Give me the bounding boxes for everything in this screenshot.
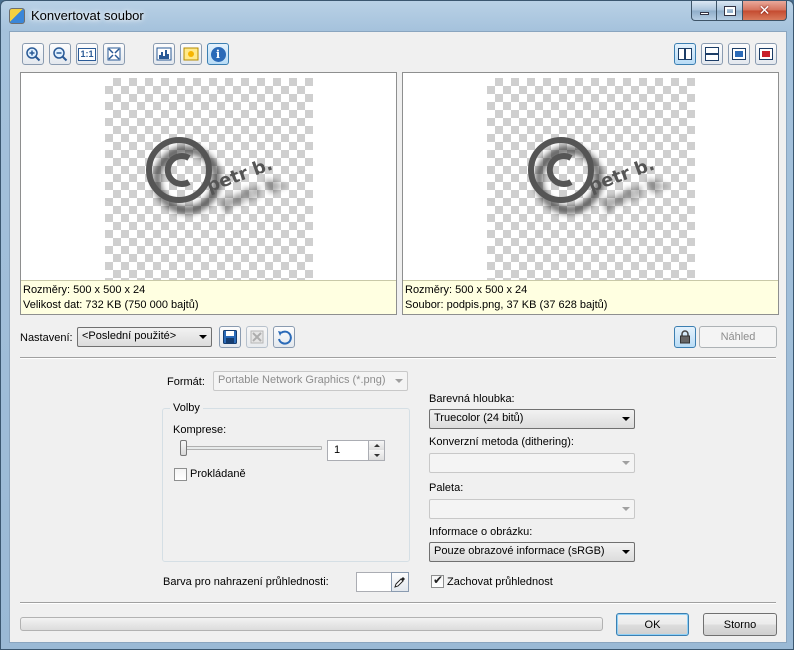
settings-preset-value: <Poslední použité> xyxy=(82,330,177,342)
caption-buttons: ✕ xyxy=(691,1,787,21)
histogram-button[interactable] xyxy=(153,43,175,65)
actual-size-icon: 1:1 xyxy=(78,47,96,61)
converted-dimensions: Rozměry: 500 x 500 x 24 xyxy=(405,284,528,296)
settings-preset-select[interactable]: <Poslední použité> xyxy=(77,327,212,347)
app-icon xyxy=(9,8,25,24)
checkerboard-background: petr b. petr b. xyxy=(487,78,695,286)
palette-label: Paleta: xyxy=(429,482,464,494)
chevron-down-icon xyxy=(395,379,403,383)
image-adjust-button[interactable] xyxy=(180,43,202,65)
reset-preset-button[interactable] xyxy=(273,326,295,348)
fit-to-window-button[interactable] xyxy=(103,43,125,65)
close-button[interactable]: ✕ xyxy=(743,1,787,21)
format-select[interactable]: Portable Network Graphics (*.png) xyxy=(213,371,408,391)
progress-bar xyxy=(20,617,603,631)
actual-size-button[interactable]: 1:1 xyxy=(76,43,98,65)
compression-label: Komprese: xyxy=(173,424,227,436)
chevron-up-icon xyxy=(373,444,380,447)
replace-color-label: Barva pro nahrazení průhlednosti: xyxy=(163,576,329,588)
dithering-select[interactable] xyxy=(429,453,635,473)
single-view-red-button[interactable] xyxy=(755,43,777,65)
chevron-down-icon xyxy=(622,417,630,421)
minimize-icon xyxy=(699,12,709,15)
top-bottom-icon xyxy=(705,47,719,61)
single-view-button[interactable] xyxy=(728,43,750,65)
convert-file-dialog: Konvertovat soubor ✕ 1:1 i petr b. petr … xyxy=(0,0,794,650)
single-view-icon xyxy=(732,48,746,60)
image-adjust-icon xyxy=(183,47,199,61)
image-info-value: Pouze obrazové informace (sRGB) xyxy=(434,545,605,557)
side-by-side-icon xyxy=(678,48,692,60)
lock-preview-button[interactable] xyxy=(674,326,696,348)
separator-line xyxy=(20,357,776,359)
cancel-button[interactable]: Storno xyxy=(703,613,777,636)
color-depth-label: Barevná hloubka: xyxy=(429,393,515,405)
replace-color-swatch[interactable] xyxy=(356,572,392,592)
single-view-red-icon xyxy=(759,48,773,60)
checkerboard-background: petr b. petr b. xyxy=(105,78,313,286)
separator-line xyxy=(20,602,776,604)
color-depth-value: Truecolor (24 bitů) xyxy=(434,412,524,424)
maximize-icon xyxy=(723,5,736,16)
zoom-in-icon xyxy=(26,47,41,62)
title-bar[interactable]: Konvertovat soubor ✕ xyxy=(1,1,793,31)
palette-select[interactable] xyxy=(429,499,635,519)
dialog-client-area: 1:1 i petr b. petr b. Rozměry: 500 x 500… xyxy=(9,31,787,643)
spin-down-button[interactable] xyxy=(368,450,384,460)
compression-slider-track[interactable] xyxy=(182,446,322,450)
compression-slider-thumb[interactable] xyxy=(180,440,187,456)
preview-original-info: Rozměry: 500 x 500 x 24 Velikost dat: 73… xyxy=(21,280,396,314)
delete-preset-button[interactable] xyxy=(246,326,268,348)
keep-transparency-label[interactable]: Zachovat průhlednost xyxy=(447,576,553,588)
delete-icon xyxy=(250,330,264,344)
image-info-select[interactable]: Pouze obrazové informace (sRGB) xyxy=(429,542,635,562)
preview-converted[interactable]: petr b. petr b. Rozměry: 500 x 500 x 24 … xyxy=(402,72,779,315)
window-title: Konvertovat soubor xyxy=(31,8,144,23)
format-label: Formát: xyxy=(167,376,205,388)
dithering-label: Konverzní metoda (dithering): xyxy=(429,436,574,448)
chevron-down-icon xyxy=(622,461,630,465)
save-icon xyxy=(223,330,237,344)
compression-value: 1 xyxy=(334,444,341,456)
zoom-out-icon xyxy=(53,47,68,62)
eyedropper-icon xyxy=(394,577,405,588)
save-preset-button[interactable] xyxy=(219,326,241,348)
settings-label: Nastavení: xyxy=(20,332,73,344)
original-data-size: Velikost dat: 732 KB (750 000 bajtů) xyxy=(23,299,199,311)
preview-converted-info: Rozměry: 500 x 500 x 24 Soubor: podpis.p… xyxy=(403,280,778,314)
undo-icon xyxy=(278,330,292,345)
chevron-down-icon xyxy=(622,507,630,511)
original-dimensions: Rozměry: 500 x 500 x 24 xyxy=(23,284,146,296)
zoom-out-button[interactable] xyxy=(49,43,71,65)
close-icon: ✕ xyxy=(758,2,771,18)
keep-transparency-checkbox[interactable]: ✔ xyxy=(431,573,444,588)
info-icon: i xyxy=(210,46,226,62)
preview-button[interactable]: Náhled xyxy=(699,326,777,348)
chevron-down-icon xyxy=(373,453,380,457)
converted-file-info: Soubor: podpis.png, 37 KB (37 628 bajtů) xyxy=(405,299,608,311)
chevron-down-icon xyxy=(622,550,630,554)
maximize-button[interactable] xyxy=(717,1,743,21)
interlaced-checkbox[interactable] xyxy=(174,468,187,481)
format-value: Portable Network Graphics (*.png) xyxy=(218,374,386,386)
histogram-icon xyxy=(156,47,172,61)
options-group-label: Volby xyxy=(170,402,203,414)
zoom-in-button[interactable] xyxy=(22,43,44,65)
image-info-label: Informace o obrázku: xyxy=(429,526,533,538)
eyedropper-button[interactable] xyxy=(391,572,409,592)
ok-button[interactable]: OK xyxy=(616,613,689,636)
minimize-button[interactable] xyxy=(691,1,717,21)
info-button[interactable]: i xyxy=(207,43,229,65)
top-bottom-view-button[interactable] xyxy=(701,43,723,65)
compression-spinbox[interactable]: 1 xyxy=(327,440,385,461)
preview-original[interactable]: petr b. petr b. Rozměry: 500 x 500 x 24 … xyxy=(20,72,397,315)
checkmark-icon: ✔ xyxy=(433,573,444,587)
color-depth-select[interactable]: Truecolor (24 bitů) xyxy=(429,409,635,429)
lock-icon xyxy=(680,330,690,344)
chevron-down-icon xyxy=(199,335,207,339)
fit-to-window-icon xyxy=(107,47,121,61)
interlaced-label[interactable]: Prokládaně xyxy=(190,468,246,480)
side-by-side-view-button[interactable] xyxy=(674,43,696,65)
